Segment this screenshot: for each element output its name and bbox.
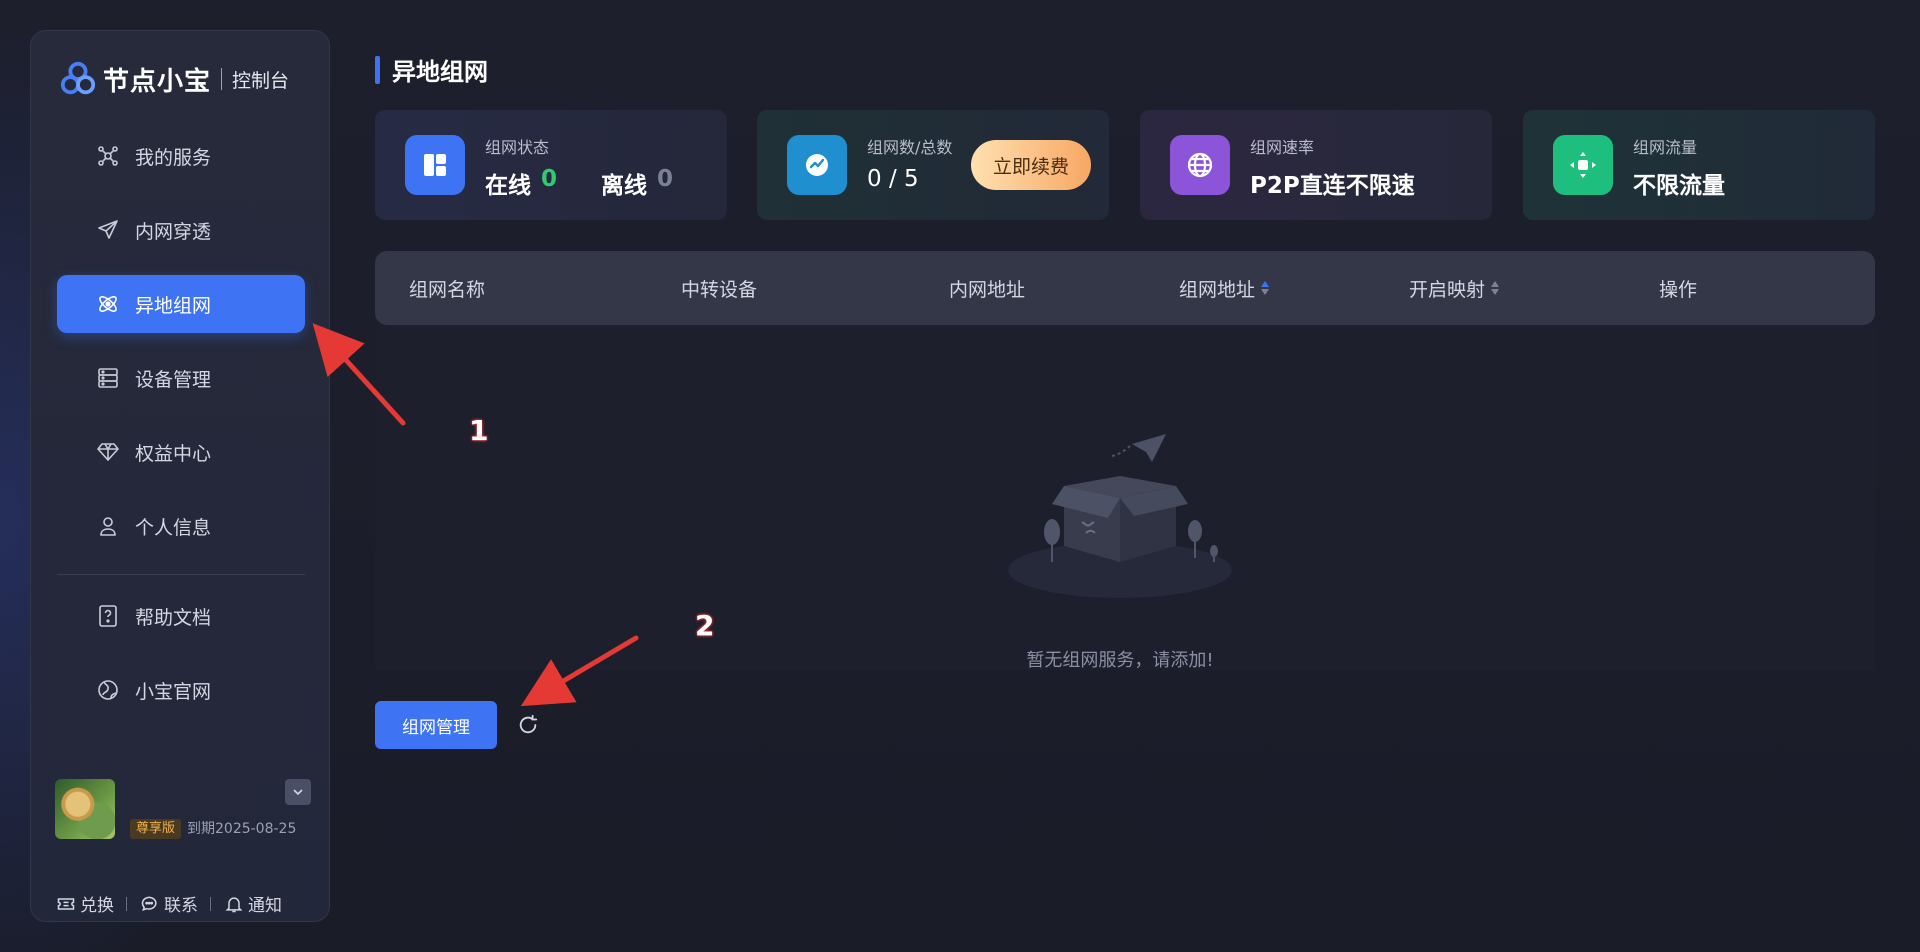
sidebar-item-personal-info[interactable]: 个人信息 bbox=[57, 497, 305, 555]
column-label: 中转设备 bbox=[681, 278, 758, 301]
brand-name: 节点小宝 bbox=[103, 66, 212, 97]
table-header: 组网名称 中转设备 内网地址 组网地址 开启映射 操作 bbox=[375, 251, 1875, 325]
user-icon bbox=[95, 513, 121, 539]
column-label: 内网地址 bbox=[949, 278, 1026, 301]
sidebar-footer: 兑换 联系 通知 bbox=[55, 891, 282, 916]
sidebar-item-label: 设备管理 bbox=[135, 368, 212, 391]
dashboard-icon bbox=[405, 135, 465, 195]
user-menu-toggle[interactable] bbox=[285, 779, 311, 805]
trend-icon bbox=[787, 135, 847, 195]
column-label: 开启映射 bbox=[1409, 278, 1486, 301]
contact-link[interactable]: 联系 bbox=[139, 891, 198, 916]
sidebar-item-official-site[interactable]: 小宝官网 bbox=[57, 661, 305, 719]
sidebar-item-benefits-center[interactable]: 权益中心 bbox=[57, 423, 305, 481]
sidebar-divider bbox=[57, 574, 305, 575]
online-label: 在线 bbox=[485, 173, 531, 199]
sidebar-item-label: 权益中心 bbox=[135, 442, 212, 465]
stat-card-rate: 组网速率 P2P直连不限速 bbox=[1140, 110, 1492, 220]
title-accent-bar bbox=[375, 55, 380, 84]
stat-card-status: 组网状态 在线 0 离线 0 bbox=[375, 110, 727, 220]
card-label: 组网状态 bbox=[485, 138, 550, 157]
chevron-down-icon bbox=[293, 789, 303, 796]
column-label: 组网地址 bbox=[1179, 278, 1256, 301]
column-label: 组网名称 bbox=[409, 278, 486, 301]
sort-icon[interactable] bbox=[1261, 281, 1270, 295]
sidebar-item-device-management[interactable]: 设备管理 bbox=[57, 349, 305, 407]
sidebar-item-label: 帮助文档 bbox=[135, 606, 212, 629]
sidebar-item-my-services[interactable]: 我的服务 bbox=[57, 127, 305, 185]
paper-plane-icon bbox=[95, 217, 121, 243]
server-icon bbox=[95, 365, 121, 391]
card-label: 组网流量 bbox=[1633, 138, 1698, 157]
column-header-lan-address: 内网地址 bbox=[949, 251, 1025, 325]
network-manage-button[interactable]: 组网管理 bbox=[375, 701, 497, 749]
sidebar-item-remote-networking[interactable]: 异地组网 bbox=[57, 275, 305, 333]
page-title: 异地组网 bbox=[392, 58, 488, 86]
avatar[interactable] bbox=[55, 779, 115, 839]
annotation-number-2: 2 bbox=[695, 609, 715, 642]
column-header-relay-device: 中转设备 bbox=[681, 251, 757, 325]
brand-subtitle: 控制台 bbox=[232, 69, 290, 92]
offline-label: 离线 bbox=[601, 173, 648, 199]
sort-icon[interactable] bbox=[1491, 281, 1500, 295]
network-nodes-icon bbox=[95, 143, 121, 169]
network-rate: P2P直连不限速 bbox=[1250, 173, 1415, 199]
column-header-name: 组网名称 bbox=[409, 251, 485, 325]
empty-box-icon bbox=[1008, 434, 1232, 598]
renew-button[interactable]: 立即续费 bbox=[970, 140, 1091, 190]
notify-link[interactable]: 通知 bbox=[223, 891, 282, 916]
card-label: 组网速率 bbox=[1250, 138, 1315, 157]
expand-arrows-icon bbox=[1553, 135, 1613, 195]
globe-icon bbox=[1170, 135, 1230, 195]
sidebar-item-label: 异地组网 bbox=[135, 294, 212, 317]
redeem-link[interactable]: 兑换 bbox=[55, 891, 114, 916]
card-label: 组网数/总数 bbox=[867, 138, 953, 157]
annotation-number-1: 1 bbox=[469, 414, 489, 447]
sidebar-item-label: 内网穿透 bbox=[135, 220, 212, 243]
footer-separator bbox=[210, 896, 211, 911]
orbit-icon bbox=[95, 291, 121, 317]
empty-state-text: 暂无组网服务，请添加! bbox=[1026, 650, 1214, 671]
expire-date: 到期2025-08-25 bbox=[187, 821, 297, 837]
sidebar: 节点小宝 控制台 我的服务 内网穿透 异地组网 设备管理 权益中心 个人信息 帮… bbox=[30, 30, 330, 922]
footer-separator bbox=[126, 896, 127, 911]
status-values: 在线 0 离线 0 bbox=[485, 166, 673, 200]
tier-badge: 尊享版 bbox=[130, 819, 182, 839]
contact-label: 联系 bbox=[164, 896, 198, 916]
network-traffic: 不限流量 bbox=[1633, 173, 1725, 199]
sidebar-item-intranet-penetration[interactable]: 内网穿透 bbox=[57, 201, 305, 259]
column-header-actions: 操作 bbox=[1659, 251, 1697, 325]
logo-icon bbox=[60, 61, 96, 95]
page-header: 异地组网 bbox=[375, 52, 488, 87]
sidebar-item-label: 我的服务 bbox=[135, 146, 212, 169]
bell-icon bbox=[223, 893, 245, 915]
help-doc-icon bbox=[95, 603, 121, 629]
stat-card-count: 组网数/总数 0 / 5 立即续费 bbox=[757, 110, 1109, 220]
brand-separator bbox=[221, 68, 223, 90]
refresh-icon bbox=[519, 714, 538, 734]
offline-count: 0 bbox=[657, 166, 674, 192]
column-header-mapping[interactable]: 开启映射 bbox=[1409, 251, 1500, 325]
network-count: 0 / 5 bbox=[867, 166, 919, 192]
stat-card-traffic: 组网流量 不限流量 bbox=[1523, 110, 1875, 220]
globe-icon bbox=[95, 677, 121, 703]
diamond-icon bbox=[95, 439, 121, 465]
sidebar-item-label: 小宝官网 bbox=[135, 680, 212, 703]
sidebar-item-label: 个人信息 bbox=[135, 516, 212, 539]
brand[interactable]: 节点小宝 控制台 bbox=[59, 57, 289, 101]
column-label: 操作 bbox=[1659, 278, 1698, 301]
notify-label: 通知 bbox=[248, 896, 282, 916]
chat-icon bbox=[139, 893, 161, 915]
sidebar-item-help-docs[interactable]: 帮助文档 bbox=[57, 587, 305, 645]
online-count: 0 bbox=[541, 166, 558, 192]
column-header-network-address[interactable]: 组网地址 bbox=[1179, 251, 1270, 325]
redeem-label: 兑换 bbox=[80, 896, 114, 916]
ticket-icon bbox=[55, 893, 77, 915]
user-profile: 尊享版 到期2025-08-25 bbox=[55, 779, 311, 841]
refresh-button[interactable] bbox=[516, 713, 540, 737]
